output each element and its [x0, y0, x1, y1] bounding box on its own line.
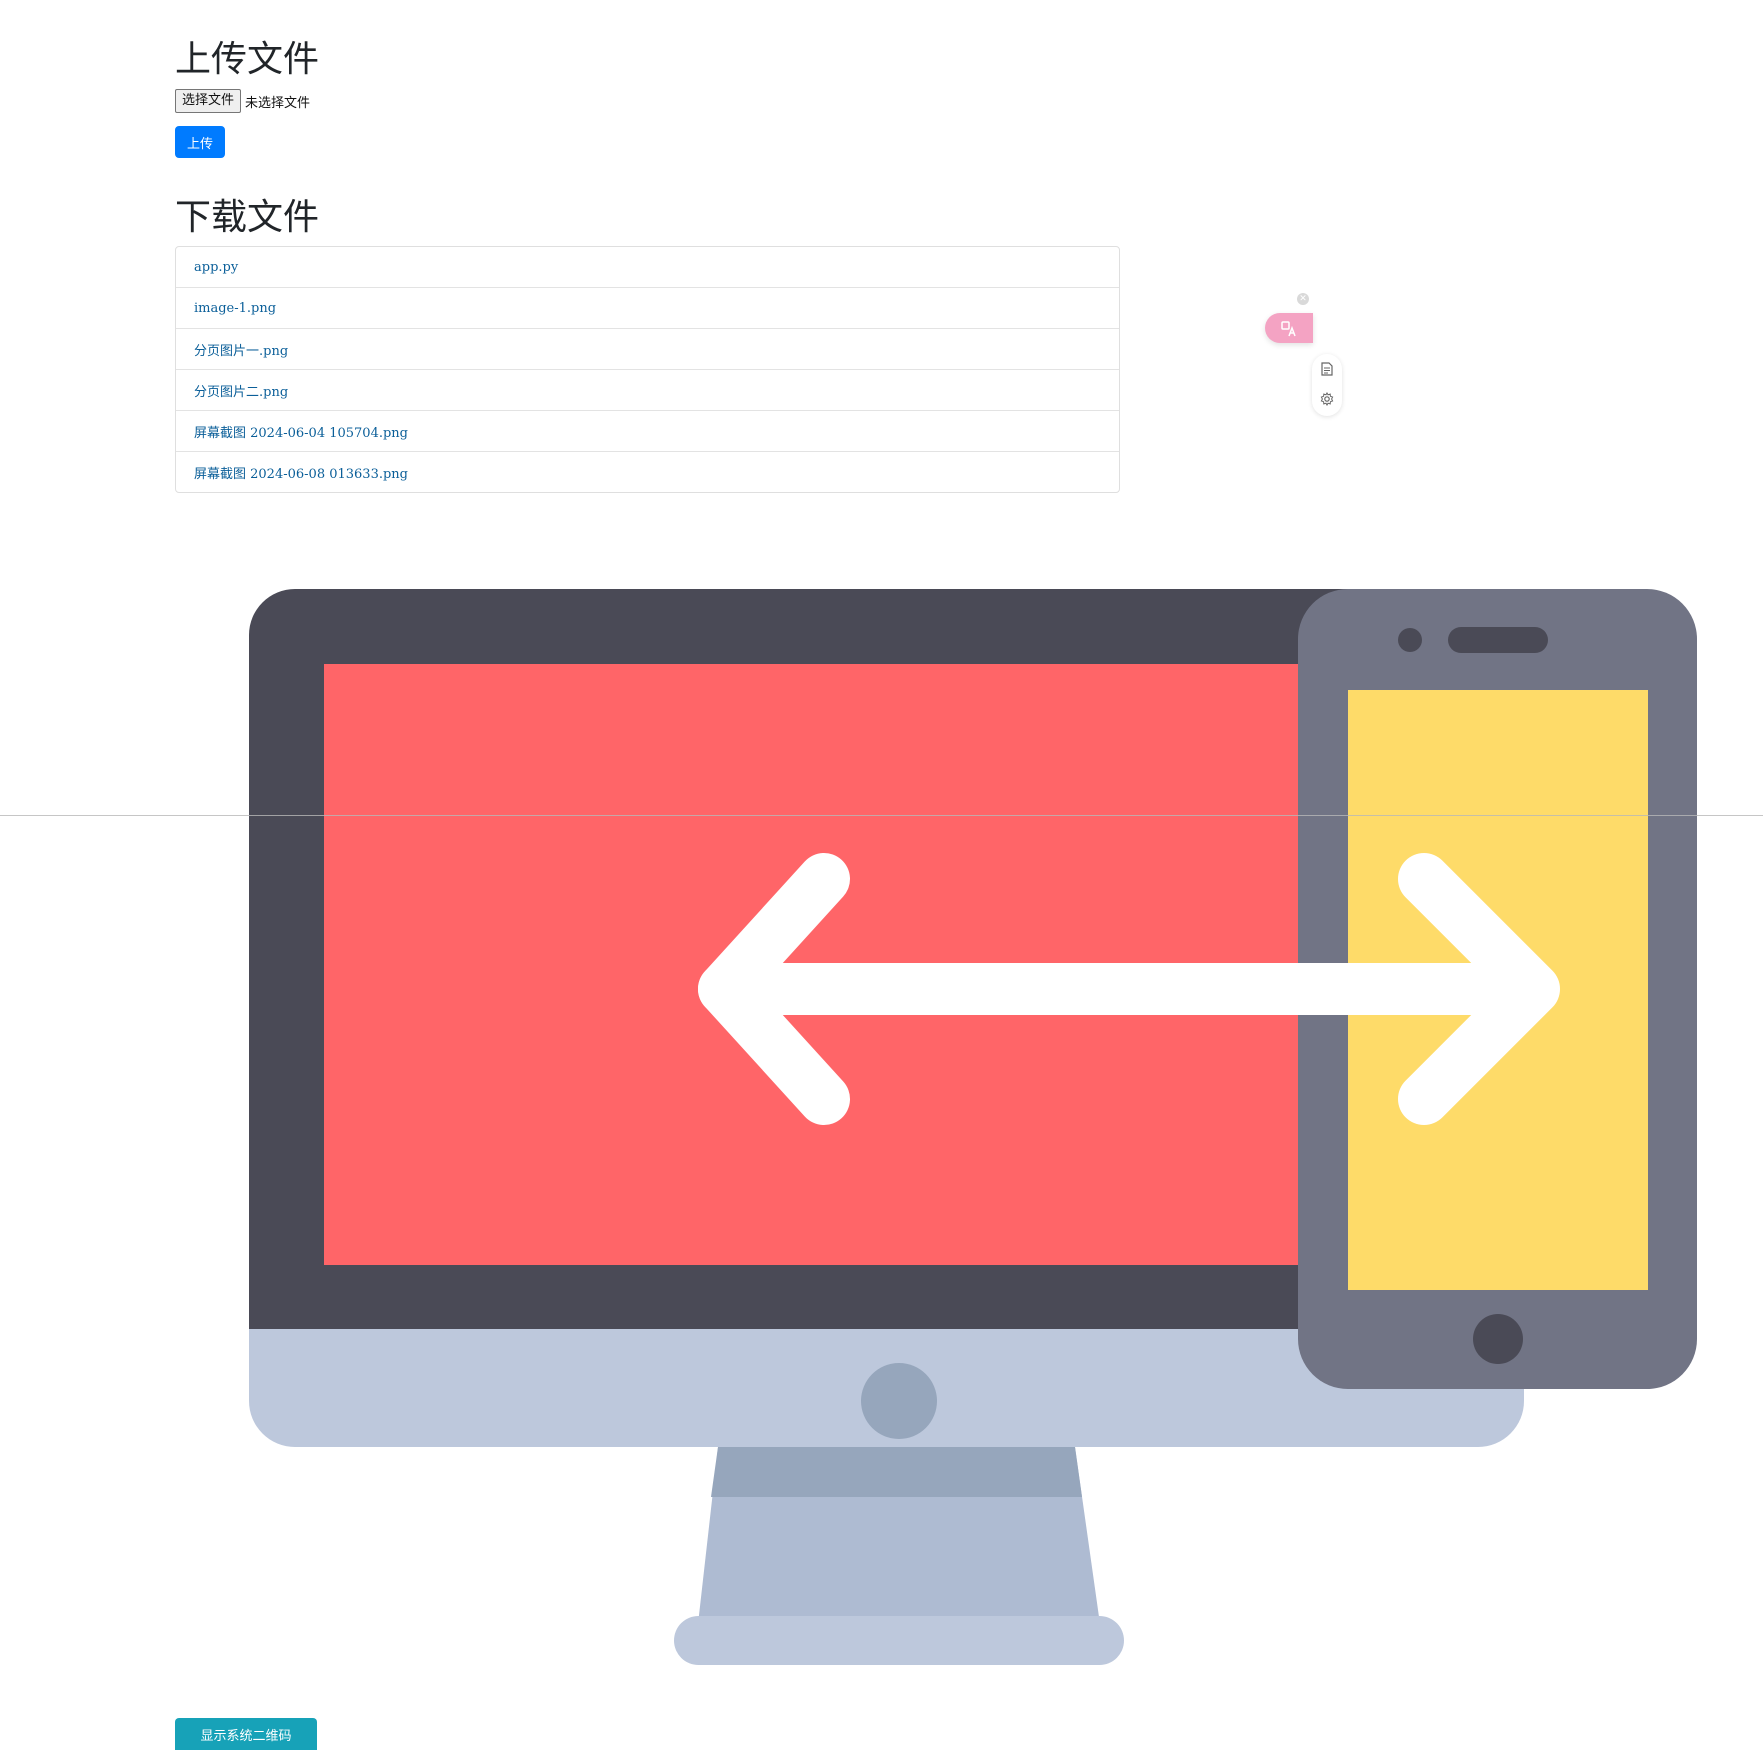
file-link-page-image-2[interactable]: 分页图片二.png	[194, 381, 288, 400]
file-link-image-1[interactable]: image-1.png	[194, 301, 276, 316]
file-link-page-image-1[interactable]: 分页图片一.png	[194, 340, 288, 359]
upload-button[interactable]: 上传	[175, 126, 225, 158]
close-icon[interactable]: ✕	[1297, 293, 1309, 305]
list-item: 屏幕截图 2024-06-04 105704.png	[176, 411, 1119, 452]
desktop-phone-sync-illustration	[249, 589, 1697, 1665]
choose-file-button[interactable]: 选择文件	[175, 89, 242, 113]
list-item: image-1.png	[176, 288, 1119, 329]
file-list: app.py image-1.png 分页图片一.png 分页图片二.png 屏…	[175, 246, 1120, 493]
no-file-label: 未选择文件	[245, 95, 311, 111]
list-item: app.py	[176, 247, 1119, 288]
document-icon[interactable]	[1312, 354, 1342, 384]
upload-title: 上传文件	[175, 39, 320, 80]
settings-icon[interactable]	[1312, 384, 1342, 414]
file-input[interactable]: 选择文件 未选择文件	[175, 88, 310, 114]
translate-icon[interactable]	[1265, 313, 1313, 343]
download-title: 下载文件	[175, 197, 320, 238]
file-link-app-py[interactable]: app.py	[194, 260, 238, 275]
page: 上传文件 选择文件 未选择文件 上传 下载文件 app.py image-1.p…	[0, 0, 1763, 1750]
list-item: 分页图片一.png	[176, 329, 1119, 370]
list-item: 分页图片二.png	[176, 370, 1119, 411]
file-link-screenshot-0608[interactable]: 屏幕截图 2024-06-08 013633.png	[194, 463, 408, 482]
divider	[0, 815, 1763, 816]
file-link-screenshot-0604[interactable]: 屏幕截图 2024-06-04 105704.png	[194, 422, 408, 441]
side-toolbar	[1312, 354, 1342, 416]
list-item: 屏幕截图 2024-06-08 013633.png	[176, 452, 1119, 492]
show-qr-button[interactable]: 显示系统二维码	[175, 1718, 317, 1750]
